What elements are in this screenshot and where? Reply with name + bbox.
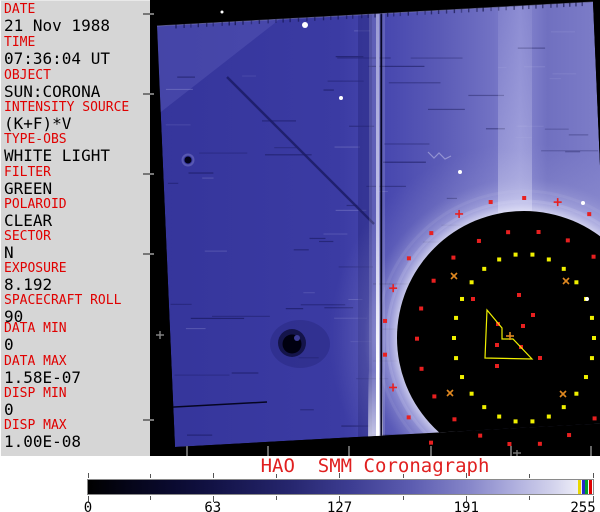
field-value: GREEN [4, 179, 53, 198]
field-value: WHITE LIGHT [4, 146, 110, 165]
colorbar [87, 479, 594, 495]
sidebar-field: FILTER GREEN [4, 165, 150, 198]
colorbar-minor-tick [150, 496, 152, 500]
colorbar-tick [212, 473, 214, 478]
frame-tick [143, 13, 154, 15]
frame-tick [143, 173, 154, 175]
field-label: DATA MAX [4, 354, 67, 369]
pylon-dark-line [380, 2, 383, 447]
field-value: CLEAR [4, 211, 53, 230]
field-value: 1.58E-07 [4, 368, 82, 387]
dust-spot [184, 156, 192, 164]
frame-tick [143, 419, 154, 421]
colorbar-minor-tick [529, 496, 531, 500]
field-value: SUN:CORONA [4, 82, 101, 101]
colorbar-minor-tick [402, 496, 404, 500]
field-label: TYPE-OBS [4, 132, 67, 147]
footer: HAO SMM Coronagraph 0 63 127 191 255 [0, 456, 600, 512]
colorbar-tick [88, 473, 89, 478]
colorbar-minor-tick [150, 474, 152, 478]
colorbar-tick-label: 255 [570, 500, 596, 512]
field-value: 0 [4, 400, 14, 419]
field-value: (K+F)*V [4, 114, 72, 133]
colorbar-tick-label: 0 [83, 500, 93, 512]
sidebar-field: OBJECT SUN:CORONA [4, 68, 150, 101]
colorbar-marker-stripe [585, 480, 588, 494]
sidebar-field: POLAROID CLEAR [4, 197, 150, 230]
field-value: 8.192 [4, 275, 53, 294]
colorbar-marker-stripe [588, 480, 592, 494]
sidebar-field: DISP MIN 0 [4, 386, 150, 419]
sidebar-field: DATA MIN 0 [4, 321, 150, 354]
sidebar-field: SECTOR N [4, 229, 150, 262]
colorbar-area: 0 63 127 191 255 [0, 456, 600, 512]
colorbar-tick [593, 473, 594, 478]
field-label: SECTOR [4, 229, 51, 244]
field-value: 0 [4, 335, 14, 354]
colorbar-tick-label: 127 [326, 500, 353, 512]
metadata-sidebar: DATE 21 Nov 1988 TIME 07:36:04 UT OBJECT SUN:… [0, 0, 150, 456]
field-value: 21 Nov 1988 [4, 16, 110, 35]
sidebar-field: DATE 21 Nov 1988 [4, 2, 150, 35]
field-label: INTENSITY SOURCE [4, 100, 130, 115]
colorbar-tick [466, 473, 468, 478]
field-label: DISP MAX [4, 418, 67, 433]
sidebar-field: DATA MAX 1.58E-07 [4, 354, 150, 387]
sidebar-field: INTENSITY SOURCE (K+F)*V [4, 100, 150, 133]
field-value: 07:36:04 UT [4, 49, 110, 68]
field-value: 1.00E-08 [4, 432, 82, 451]
field-label: POLAROID [4, 197, 67, 212]
field-value: N [4, 243, 14, 262]
colorbar-tick [339, 473, 341, 478]
frame-tick [143, 93, 154, 95]
colorbar-minor-tick [276, 496, 278, 500]
colorbar-minor-tick [402, 474, 404, 478]
field-label: TIME [4, 35, 36, 50]
sidebar-field: TIME 07:36:04 UT [4, 35, 150, 68]
coronagraph-image-area [150, 0, 600, 456]
field-label: OBJECT [4, 68, 51, 83]
sidebar-field: EXPOSURE 8.192 [4, 261, 150, 294]
field-label: SPACECRAFT ROLL [4, 293, 122, 308]
coronagraph-image [150, 0, 600, 456]
field-label: DISP MIN [4, 386, 67, 401]
field-label: DATE [4, 2, 36, 17]
colorbar-minor-tick [276, 474, 278, 478]
colorbar-tick-label: 191 [453, 500, 479, 512]
field-label: FILTER [4, 165, 51, 180]
colorbar-tick-label: 63 [204, 500, 222, 512]
sidebar-field: DISP MAX 1.00E-08 [4, 418, 150, 451]
frame-tick [143, 253, 154, 255]
field-label: DATA MIN [4, 321, 67, 336]
smm-coronagraph-viewer: DATE 21 Nov 1988 TIME 07:36:04 UT OBJECT SUN:… [0, 0, 600, 512]
field-label: EXPOSURE [4, 261, 67, 276]
sidebar-field: TYPE-OBS WHITE LIGHT [4, 132, 150, 165]
colorbar-minor-tick [529, 474, 531, 478]
dark-blob-notch [294, 335, 300, 341]
